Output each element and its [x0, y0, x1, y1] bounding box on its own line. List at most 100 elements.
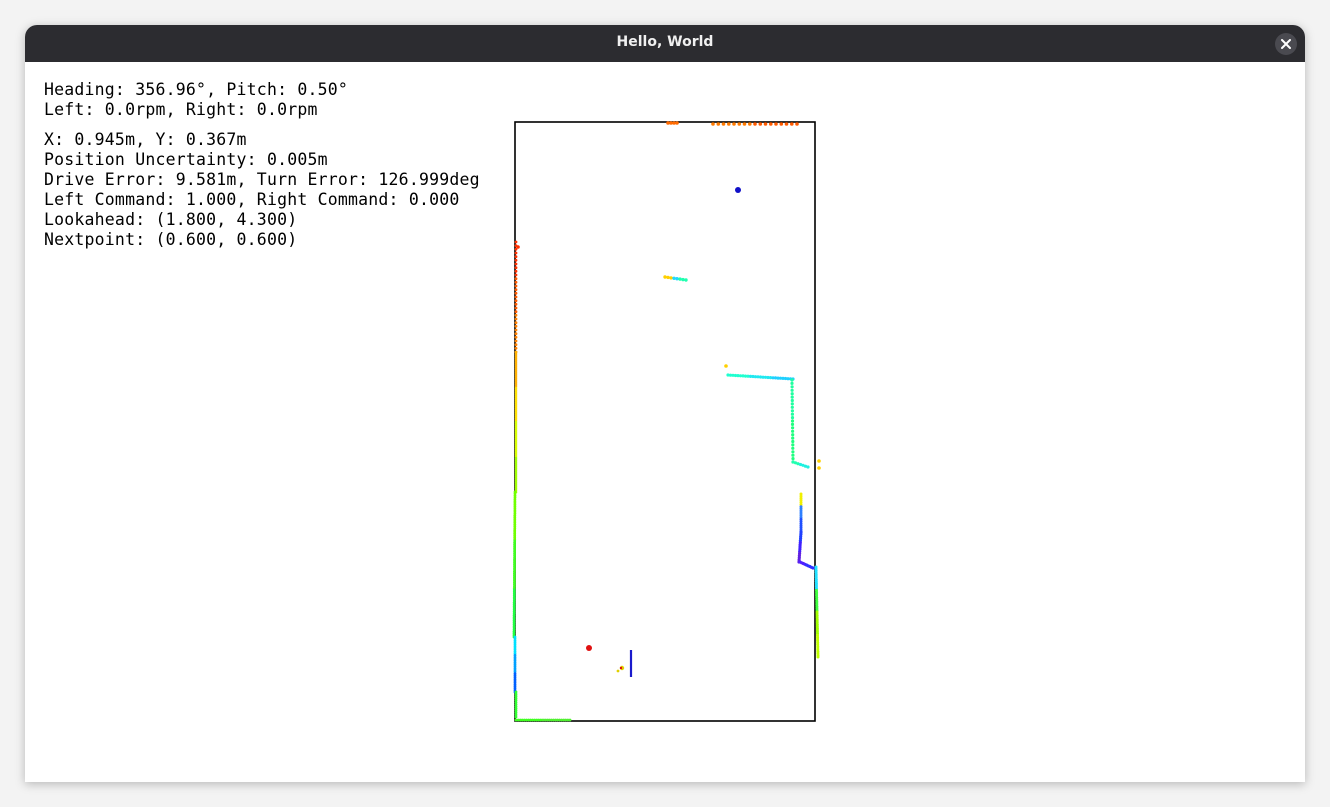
lidar-point — [514, 273, 518, 277]
lidar-point — [678, 277, 682, 281]
lidar-point — [811, 566, 815, 570]
lidar-point — [666, 275, 670, 280]
lidar-point — [769, 122, 773, 126]
lidar-point — [724, 364, 728, 368]
lidar-point — [791, 426, 795, 430]
lidar-point — [790, 392, 794, 396]
lidar-point — [514, 240, 518, 244]
lidar-point — [791, 453, 795, 457]
lidar-point — [817, 466, 821, 470]
lidar-point — [681, 277, 685, 282]
lidar-point — [791, 436, 795, 440]
lidar-point — [791, 443, 795, 447]
lidar-point — [791, 433, 795, 437]
lidar-point — [784, 122, 789, 126]
lidar-point — [806, 465, 810, 469]
lidar-point — [514, 251, 518, 255]
lidar-point — [753, 122, 757, 126]
lidar-point — [669, 276, 673, 280]
lidar-point — [748, 122, 752, 126]
lidar-point — [790, 122, 794, 126]
lidar-point — [514, 339, 518, 343]
lidar-point — [514, 346, 518, 350]
lidar-point — [514, 310, 518, 314]
lidar-point — [791, 439, 795, 444]
lidar-point — [791, 446, 795, 450]
lidar-point — [790, 419, 795, 423]
lidar-point — [514, 317, 518, 321]
field-map — [512, 121, 821, 722]
lidar-point — [514, 306, 518, 310]
lidar-point — [514, 324, 518, 328]
lidar-point — [790, 381, 794, 385]
lidar-point — [514, 288, 518, 292]
lidar-point — [790, 388, 794, 392]
lidar-point — [790, 395, 794, 399]
lidar-point — [514, 255, 518, 259]
lidar-point — [514, 343, 518, 347]
lidar-point — [514, 321, 518, 325]
lidar-point — [675, 277, 679, 281]
close-icon — [1281, 39, 1291, 49]
lidar-point — [514, 262, 518, 266]
robot-trail-point — [616, 669, 620, 673]
lidar-point — [514, 299, 518, 303]
robot-position-marker-inner — [619, 666, 623, 670]
lidar-point — [514, 291, 518, 295]
lidar-point — [716, 122, 721, 126]
canvas-area: Heading: 356.96°, Pitch: 0.50° Left: 0.0… — [25, 62, 1305, 782]
app-window: Hello, World Heading: 356.96°, Pitch: 0.… — [25, 25, 1305, 782]
lidar-point — [790, 402, 794, 406]
lidar-point — [514, 328, 518, 332]
lidar-point — [795, 122, 799, 126]
lidar-point — [514, 280, 518, 284]
lidar-point — [791, 457, 795, 461]
lidar-point — [672, 276, 676, 280]
lidar-point — [791, 450, 795, 454]
lidar-point — [779, 122, 784, 126]
lidar-point — [790, 405, 794, 409]
lidar-point — [516, 245, 520, 249]
lidar-point — [790, 416, 795, 420]
lidar-point — [817, 459, 821, 463]
lidar-point — [514, 277, 518, 281]
lidar-point — [790, 412, 795, 416]
lidar-point-cloud — [512, 121, 821, 722]
lidar-point — [790, 398, 794, 403]
lidar-point — [514, 313, 518, 317]
lidar-point — [514, 332, 518, 336]
lidar-point — [514, 715, 518, 719]
lidar-point — [742, 122, 747, 126]
lidar-point — [816, 655, 820, 659]
close-button[interactable] — [1275, 33, 1297, 55]
lidar-point — [774, 122, 778, 126]
field-boundary — [514, 121, 816, 722]
title-bar[interactable]: Hello, World — [25, 25, 1305, 62]
lidar-point — [790, 409, 795, 413]
lidar-point — [675, 121, 679, 125]
lidar-point — [514, 335, 518, 339]
lidar-point — [790, 422, 795, 426]
lidar-point — [684, 278, 688, 282]
lidar-point — [514, 295, 518, 299]
lidar-point — [514, 258, 518, 262]
lidar-point — [721, 122, 726, 126]
lidar-point — [737, 122, 742, 126]
lidar-point — [711, 122, 715, 126]
lidar-point — [514, 302, 518, 306]
lidar-point — [790, 385, 794, 389]
lidar-point — [758, 122, 763, 126]
lidar-point — [727, 122, 731, 126]
lidar-point — [791, 429, 795, 433]
lidar-point — [568, 718, 572, 722]
lidar-point — [514, 284, 518, 288]
lidar-point — [763, 122, 768, 126]
target-marker — [586, 645, 592, 651]
lidar-point — [514, 266, 518, 270]
lidar-point — [790, 378, 794, 382]
lidar-point — [663, 275, 667, 279]
lidar-point — [514, 269, 518, 273]
lidar-point — [732, 122, 736, 126]
window-title: Hello, World — [616, 34, 714, 50]
lookahead-marker — [735, 187, 741, 193]
